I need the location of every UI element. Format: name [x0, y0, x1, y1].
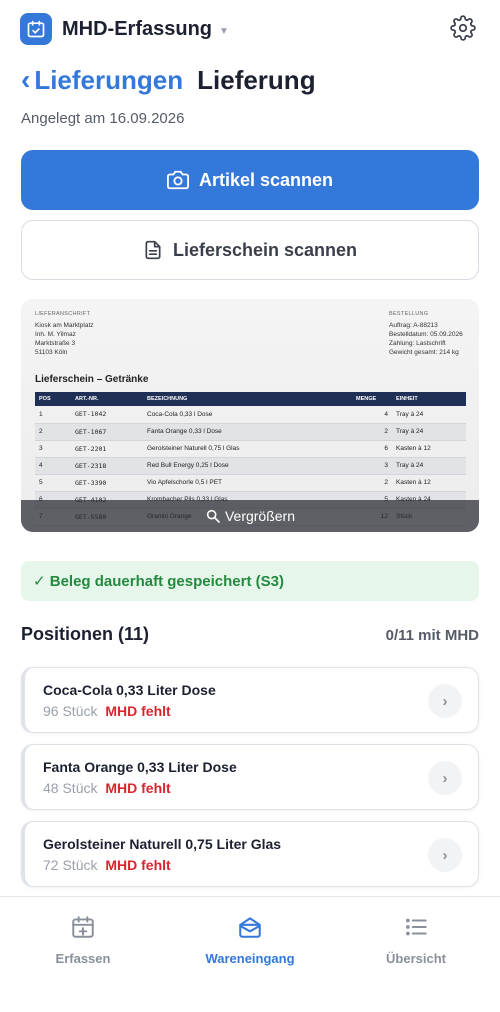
document-icon: [143, 240, 163, 260]
table-cell: Tray à 24: [392, 457, 466, 475]
table-cell: 3: [352, 457, 392, 475]
item-quantity: 48 Stück: [43, 780, 98, 796]
table-cell: 2: [352, 474, 392, 492]
back-link-label: Lieferungen: [34, 65, 184, 95]
table-cell: Kasten à 12: [392, 440, 466, 458]
nav-item-wareneingang[interactable]: Wareneingang: [190, 913, 310, 966]
item-quantity: 72 Stück: [43, 857, 98, 873]
table-row: 4 GET-2318 Red Bull Energy 0,25 l Dose 3 Tra…: [35, 457, 466, 475]
item-quantity: 96 Stück: [43, 703, 98, 719]
inbox-package-icon: [237, 913, 263, 941]
table-cell: Coca-Cola 0,33 l Dose: [143, 406, 352, 424]
saved-status-banner: ✓ Beleg dauerhaft gespeichert (S3): [21, 561, 479, 601]
chevron-down-icon[interactable]: ▼: [219, 26, 229, 37]
scan-delivery-note-button[interactable]: Lieferschein scannen: [21, 220, 479, 280]
created-date: Angelegt am 16.09.2026: [21, 110, 185, 127]
order-info: BESTELLUNG Auftrag: A-88213 Bestelldatum…: [389, 311, 463, 356]
gear-icon: [450, 15, 476, 41]
calendar-plus-icon: [70, 913, 96, 941]
table-cell: 4: [35, 457, 71, 475]
table-row: 2 GET-1067 Fanta Orange 0,33 l Dose 2 Tray à…: [35, 423, 466, 441]
delivery-note-preview[interactable]: LIEFERANSCHRIFT Kiosk am Marktplatz Inh.…: [21, 299, 479, 532]
chevron-right-icon[interactable]: ›: [428, 684, 462, 718]
table-cell: GET-2201: [71, 440, 143, 458]
list-item[interactable]: Coca-Cola 0,33 Liter Dose 96 Stück MHD f…: [21, 667, 479, 733]
table-cell: 2: [352, 423, 392, 441]
table-row: 3 GET-2201 Gerolsteiner Naturell 0,75 l Gl…: [35, 440, 466, 458]
magnifier-icon: [205, 508, 221, 524]
table-cell: GET-1067: [71, 423, 143, 441]
app-header: MHD-Erfassung ▼: [0, 0, 500, 58]
chevron-left-icon: ‹: [21, 64, 31, 95]
scan-delivery-note-label: Lieferschein scannen: [172, 239, 358, 260]
delivery-note-heading: Lieferschein – Getränke: [35, 374, 149, 385]
nav-label: Übersicht: [386, 951, 446, 966]
chevron-right-icon[interactable]: ›: [428, 838, 462, 872]
mhd-count: 0/11 mit MHD: [385, 627, 479, 644]
nav-label: Wareneingang: [205, 951, 295, 966]
app-title[interactable]: MHD-Erfassung: [62, 18, 212, 41]
breadcrumb: ‹ Lieferungen Lieferung: [21, 64, 316, 96]
table-row: 1 GET-1042 Coca-Cola 0,33 l Dose 4 Tray à 24: [35, 406, 466, 424]
table-cell: 2: [35, 423, 71, 441]
table-cell: Kasten à 12: [392, 474, 466, 492]
table-cell: 5: [35, 474, 71, 492]
table-cell: Tray à 24: [392, 406, 466, 424]
table-cell: Gerolsteiner Naturell 0,75 l Glas: [143, 440, 352, 458]
list-item[interactable]: Fanta Orange 0,33 Liter Dose 48 Stück MH…: [21, 744, 479, 810]
calendar-check-icon: [20, 13, 52, 45]
list-icon: [403, 913, 429, 941]
table-cell: 3: [35, 440, 71, 458]
scan-article-button[interactable]: Artikel scannen: [21, 150, 479, 210]
page-title: Lieferung: [197, 65, 316, 95]
positions-title: Positionen (11): [21, 624, 150, 644]
table-cell: GET-1042: [71, 406, 143, 424]
chevron-right-icon[interactable]: ›: [428, 761, 462, 795]
nav-item-uebersicht[interactable]: Übersicht: [356, 913, 476, 966]
table-cell: 4: [352, 406, 392, 424]
table-cell: Vio Apfelschorle 0,5 l PET: [143, 474, 352, 492]
bottom-navigation: Erfassen Wareneingang Übersicht: [0, 896, 500, 1012]
table-cell: Fanta Orange 0,33 l Dose: [143, 423, 352, 441]
list-item[interactable]: Gerolsteiner Naturell 0,75 Liter Glas 72…: [21, 821, 479, 887]
delivery-address: LIEFERANSCHRIFT Kiosk am Marktplatz Inh.…: [35, 311, 94, 356]
table-cell: GET-3390: [71, 474, 143, 492]
mhd-status: MHD fehlt: [105, 703, 171, 719]
mhd-status: MHD fehlt: [105, 780, 171, 796]
table-cell: Red Bull Energy 0,25 l Dose: [143, 457, 352, 475]
zoom-button[interactable]: Vergrößern: [21, 500, 479, 532]
item-name: Fanta Orange 0,33 Liter Dose: [43, 759, 237, 775]
scan-article-label: Artikel scannen: [198, 169, 334, 190]
settings-button[interactable]: [448, 13, 478, 43]
delivery-note-image: LIEFERANSCHRIFT Kiosk am Marktplatz Inh.…: [21, 299, 479, 532]
table-cell: 6: [352, 440, 392, 458]
nav-label: Erfassen: [55, 951, 111, 966]
table-cell: Tray à 24: [392, 423, 466, 441]
table-cell: 1: [35, 406, 71, 424]
back-link[interactable]: ‹ Lieferungen: [21, 64, 183, 96]
item-name: Gerolsteiner Naturell 0,75 Liter Glas: [43, 836, 282, 852]
nav-item-erfassen[interactable]: Erfassen: [23, 913, 143, 966]
mhd-status: MHD fehlt: [105, 857, 171, 873]
table-row: 5 GET-3390 Vio Apfelschorle 0,5 l PET 2 Kast…: [35, 474, 466, 492]
item-name: Coca-Cola 0,33 Liter Dose: [43, 682, 216, 698]
table-cell: GET-2318: [71, 457, 143, 475]
camera-icon: [166, 169, 189, 191]
zoom-label: Vergrößern: [224, 508, 296, 524]
